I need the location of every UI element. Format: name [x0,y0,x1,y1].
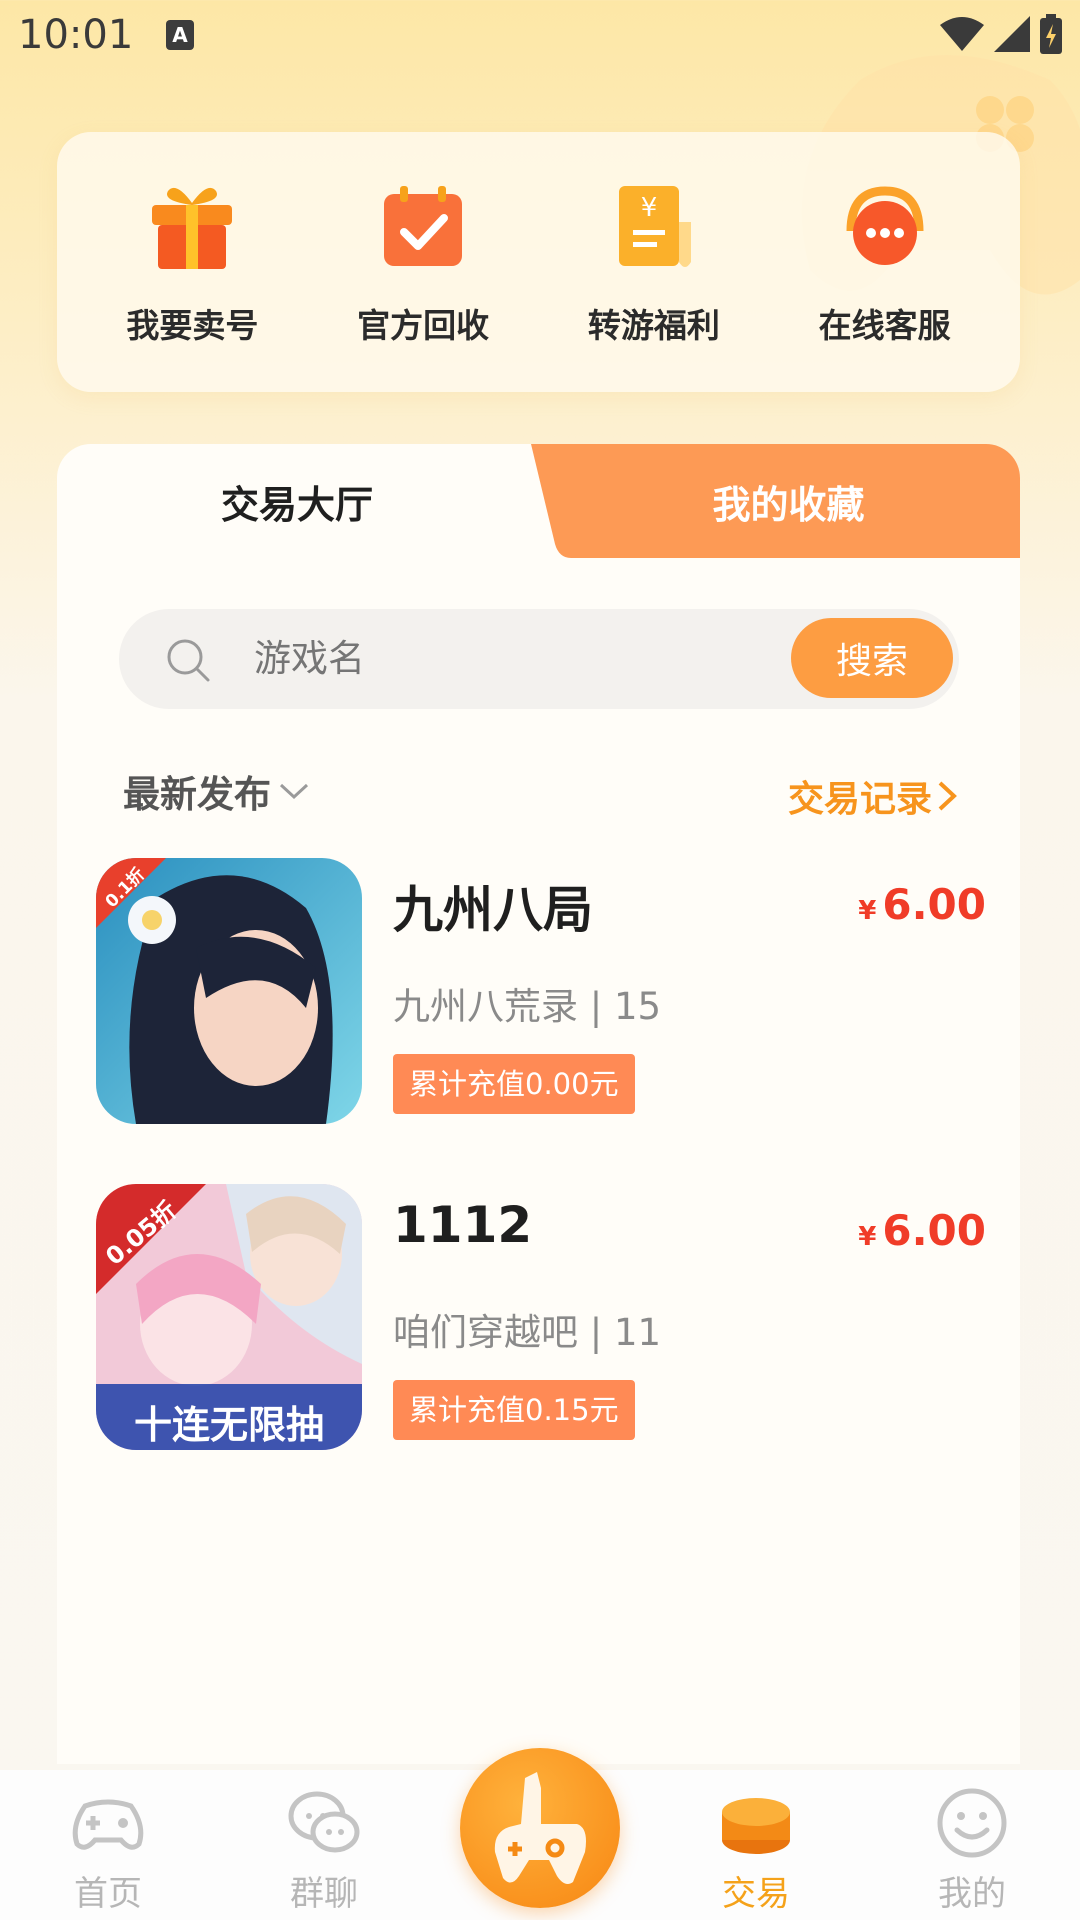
filter-row: 最新发布 交易记录 [57,764,1020,834]
calendar-check-icon [373,177,473,277]
tab-my-favorites[interactable]: 我的收藏 [557,444,1020,558]
quick-action-customer-service[interactable]: 在线客服 [785,177,985,347]
price-value: 6.00 [882,1206,986,1255]
sort-label: 最新发布 [123,773,271,816]
quick-action-label: 在线客服 [818,306,951,345]
chevron-down-icon [279,783,309,800]
receipt-yen-icon: ¥ [604,177,704,277]
recharge-badge: 累计充值0.00元 [393,1054,635,1114]
chat-bubbles-icon [288,1791,360,1853]
quick-action-sell-account[interactable]: 我要卖号 [92,177,292,347]
recharge-badge: 累计充值0.15元 [393,1380,635,1440]
listing-title: 九州八局 [393,881,593,939]
currency-symbol: ¥ [858,1222,877,1252]
quick-action-label: 我要卖号 [126,306,259,345]
search-input[interactable] [254,609,734,709]
search-icon [167,639,210,682]
nav-group-chat[interactable]: 群聊 [244,1770,404,1920]
nav-label: 我的 [938,1874,1006,1914]
listing-price: ¥6.00 [858,1206,986,1255]
nav-trade[interactable]: 交易 [676,1770,836,1920]
notification-a-icon: A [166,20,194,50]
quick-action-label: 转游福利 [587,306,720,345]
game-banner-text: 十连无限抽 [133,1403,324,1447]
currency-symbol: ¥ [858,896,877,926]
svg-text:¥: ¥ [641,193,658,223]
llama-gamepad-icon [494,1772,586,1884]
quick-actions-card: 我要卖号 官方回收 ¥ 转游福利 在线客服 [57,132,1020,392]
nav-label: 首页 [74,1874,142,1914]
quick-action-transfer-bonus[interactable]: ¥ 转游福利 [554,177,754,347]
nav-center-game-button[interactable] [460,1748,620,1908]
nav-home[interactable]: 首页 [28,1770,188,1920]
quick-action-official-recycle[interactable]: 官方回收 [323,177,523,347]
nav-profile[interactable]: 我的 [892,1770,1052,1920]
search-button[interactable]: 搜索 [791,618,953,698]
search-bar: 搜索 [119,609,959,709]
gamepad-icon [72,1799,144,1850]
tab-trade-hall[interactable]: 交易大厅 [57,444,537,558]
game-art-image [96,858,362,1124]
listing-title: 1112 [393,1196,533,1254]
listing-item[interactable]: 0.05折 十连无限抽 1112 ¥6.00 咱们穿越吧 | 11 累计充值0.… [96,1184,986,1454]
quick-action-label: 官方回收 [357,306,490,345]
gift-icon [142,177,242,277]
trade-record-label: 交易记录 [787,779,932,820]
status-time: 10:01 [18,12,134,58]
price-value: 6.00 [882,880,986,929]
nav-label: 交易 [722,1874,790,1914]
headset-chat-icon [835,177,935,277]
trade-panel: 交易大厅 我的收藏 搜索 最新发布 交易记录 [57,444,1020,1764]
coins-icon [722,1798,790,1854]
tab-bar: 交易大厅 我的收藏 [57,444,1020,558]
listing-server: 九州八荒录 | 15 [393,985,662,1028]
chevron-right-icon [938,781,957,811]
smiley-icon [937,1788,1007,1858]
listing-server: 咱们穿越吧 | 11 [393,1311,662,1354]
game-thumbnail: 0.1折 [96,858,362,1124]
game-thumbnail: 0.05折 十连无限抽 [96,1184,362,1450]
listing-item[interactable]: 0.1折 九州八局 ¥6.00 九州八荒录 | 15 累计充值0.00元 [96,858,986,1128]
listing-price: ¥6.00 [858,880,986,929]
sort-dropdown[interactable]: 最新发布 [123,764,311,818]
nav-label: 群聊 [290,1874,358,1914]
trade-record-link[interactable]: 交易记录 [788,770,958,822]
